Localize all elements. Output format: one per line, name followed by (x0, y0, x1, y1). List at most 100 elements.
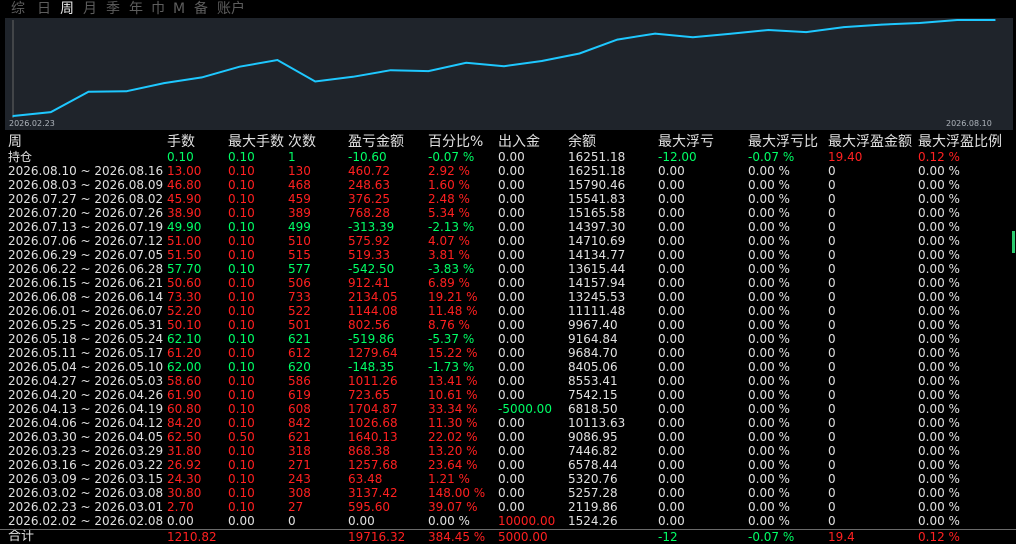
col-cashflow-cell: 0.00 (498, 416, 525, 430)
table-row[interactable]: 2026.03.16 ~ 2026.03.22 26.92 0.10 271 1257.… (0, 458, 1016, 472)
col-pnl-cell: 575.92 (348, 234, 390, 248)
table-row[interactable]: 2026.07.27 ~ 2026.08.02 45.90 0.10 459 376.2… (0, 192, 1016, 206)
col-cashflow-cell: 0.00 (498, 192, 525, 206)
table-row[interactable]: 2026.07.20 ~ 2026.07.26 38.90 0.10 389 768.2… (0, 206, 1016, 220)
table-row[interactable]: 2026.08.03 ~ 2026.08.09 46.80 0.10 468 248.6… (0, 178, 1016, 192)
table-row[interactable]: 2026.02.23 ~ 2026.03.01 2.70 0.10 27 595.60 3… (0, 500, 1016, 514)
col-pnl-cell: -148.35 (348, 360, 395, 374)
table-row[interactable]: 2026.04.13 ~ 2026.04.19 60.80 0.10 608 1704.… (0, 402, 1016, 416)
weekly-report-table: 周 手数 最大手数 次数 盈亏金额 百分比% 出入金 余额 最大浮亏 最大浮亏比 最大浮盈金额 最大浮… (0, 132, 1016, 544)
col-max-float-loss-cell: 0.00 (658, 458, 685, 472)
col-max-float-loss-cell: 0.00 (658, 248, 685, 262)
tab-notes[interactable]: 备 (190, 0, 212, 18)
total-divider (0, 529, 1016, 530)
tab-month[interactable]: 月 (80, 0, 100, 18)
table-row[interactable]: 2026.02.02 ~ 2026.02.08 0.00 0.00 0 0.00 0.00… (0, 514, 1016, 528)
col-lots-cell: 0.00 (167, 514, 194, 528)
table-row[interactable]: 2026.06.15 ~ 2026.06.21 50.60 0.10 506 912.4… (0, 276, 1016, 290)
table-row[interactable]: 2026.04.06 ~ 2026.04.12 84.20 0.10 842 1026.… (0, 416, 1016, 430)
table-row[interactable]: 2026.06.22 ~ 2026.06.28 57.70 0.10 577 -542.… (0, 262, 1016, 276)
col-max-float-loss-pct-cell: 0.00 % (748, 500, 790, 514)
col-max-float-loss-pct-header[interactable]: 最大浮亏比 (748, 132, 818, 152)
table-row[interactable]: 2026.03.30 ~ 2026.04.05 62.50 0.50 621 1640.… (0, 430, 1016, 444)
table-row[interactable]: 2026.05.04 ~ 2026.05.10 62.00 0.10 620 -148.… (0, 360, 1016, 374)
col-max-lots-cell: 0.10 (228, 262, 255, 276)
balance-point (163, 82, 165, 84)
col-balance-cell: 7446.82 (568, 444, 618, 458)
col-count-header[interactable]: 次数 (288, 132, 316, 152)
table-row[interactable]: 2026.04.20 ~ 2026.04.26 61.90 0.10 619 723.6… (0, 388, 1016, 402)
tab-summary[interactable]: 综 (6, 0, 30, 18)
table-row[interactable]: 2026.07.06 ~ 2026.07.12 51.00 0.10 510 575.9… (0, 234, 1016, 248)
col-percent-cell: 8.76 % (428, 318, 470, 332)
col-percent-cell: 23.64 % (428, 458, 478, 472)
col-count-cell: 318 (288, 444, 311, 458)
col-count-cell: 842 (288, 416, 311, 430)
col-max-float-loss-pct-cell: 0.00 % (748, 388, 790, 402)
col-week-cell: 2026.03.23 ~ 2026.03.29 (8, 444, 164, 458)
balance-point (427, 70, 430, 72)
col-pnl-header[interactable]: 盈亏金额 (348, 132, 404, 152)
col-lots-header[interactable]: 手数 (167, 132, 195, 152)
table-row[interactable]: 2026.03.23 ~ 2026.03.29 31.80 0.10 318 868.3… (0, 444, 1016, 458)
col-max-float-loss-header[interactable]: 最大浮亏 (658, 132, 714, 152)
table-row[interactable]: 2026.06.29 ~ 2026.07.05 51.50 0.10 515 519.3… (0, 248, 1016, 262)
col-max-float-loss-cell: 0.00 (658, 262, 685, 276)
table-row[interactable]: 2026.05.11 ~ 2026.05.17 61.20 0.10 612 1279.… (0, 346, 1016, 360)
table-row[interactable]: 2026.08.10 ~ 2026.08.16 13.00 0.10 130 460.7… (0, 164, 1016, 178)
col-pnl-cell: -10.60 (348, 150, 387, 164)
balance-point (729, 33, 732, 35)
tab-quarter[interactable]: 季 (102, 0, 124, 18)
table-row[interactable]: 2026.05.25 ~ 2026.05.31 50.10 0.10 501 802.5… (0, 318, 1016, 332)
tab-year[interactable]: 年 (126, 0, 146, 18)
col-week-header[interactable]: 周 (8, 132, 22, 152)
col-balance-cell: 14397.30 (568, 220, 626, 234)
table-row[interactable]: 2026.07.13 ~ 2026.07.19 49.90 0.10 499 -313.… (0, 220, 1016, 234)
table-row[interactable]: 2026.05.18 ~ 2026.05.24 62.10 0.10 621 -519.… (0, 332, 1016, 346)
col-week-cell: 2026.08.10 ~ 2026.08.16 (8, 164, 164, 178)
col-max-float-loss-cell: 0.00 (658, 500, 685, 514)
col-max-float-profit-pct-cell: 0.00 % (918, 458, 960, 472)
col-percent-cell: 2.92 % (428, 164, 470, 178)
col-count-cell: 608 (288, 402, 311, 416)
col-lots-cell: 46.80 (167, 178, 202, 192)
col-lots-cell: 50.60 (167, 276, 202, 290)
tab-week[interactable]: 周 (57, 0, 77, 18)
col-balance-cell: 5320.76 (568, 472, 618, 486)
total-row[interactable]: 合计 1210.82 19716.32 384.45 % 5000.00 -12 -0.07… (0, 530, 1016, 544)
balance-point (389, 69, 392, 71)
col-max-float-profit-cell: 0 (828, 248, 836, 262)
table-row[interactable]: 2026.06.08 ~ 2026.06.14 73.30 0.10 733 2134.… (0, 290, 1016, 304)
col-percent-cell: 0.00 % (428, 514, 470, 528)
table-row[interactable]: 2026.06.01 ~ 2026.06.07 52.20 0.10 522 1144.… (0, 304, 1016, 318)
col-count-cell: 510 (288, 234, 311, 248)
col-max-float-loss-pct-cell: 0.00 % (748, 360, 790, 374)
col-lots-cell: 31.80 (167, 444, 202, 458)
col-cashflow-cell: 0.00 (498, 164, 525, 178)
tab-day[interactable]: 日 (35, 0, 53, 18)
tab-m[interactable]: M (171, 0, 187, 18)
col-max-float-loss-cell: 0.00 (658, 416, 685, 430)
table-row[interactable]: 2026.03.02 ~ 2026.03.08 30.80 0.10 308 3137.… (0, 486, 1016, 500)
col-max-float-loss-cell: 0.00 (658, 374, 685, 388)
col-max-lots-header[interactable]: 最大手数 (228, 132, 284, 152)
col-balance-cell: 6578.44 (568, 458, 618, 472)
col-max-float-profit-header[interactable]: 最大浮盈金额 (828, 132, 912, 152)
table-row[interactable]: 2026.04.27 ~ 2026.05.03 58.60 0.10 586 1011.… (0, 374, 1016, 388)
col-lots-cell: 62.50 (167, 430, 202, 444)
tab-extra[interactable]: 巾 (148, 0, 168, 18)
col-cashflow-header[interactable]: 出入金 (498, 132, 540, 152)
col-lots-cell: 61.20 (167, 346, 202, 360)
open-position-row[interactable]: 持仓 0.10 0.10 1 -10.60 -0.07 % 0.00 16251.18 -12.… (0, 150, 1016, 164)
col-balance-cell: 10113.63 (568, 416, 626, 430)
tab-account[interactable]: 账户 (214, 0, 248, 18)
col-max-float-profit-pct-header[interactable]: 最大浮盈比例 (918, 132, 1002, 152)
col-lots-cell: 57.70 (167, 262, 202, 276)
table-row[interactable]: 2026.03.09 ~ 2026.03.15 24.30 0.10 243 63.48… (0, 472, 1016, 486)
col-week-cell: 2026.04.20 ~ 2026.04.26 (8, 388, 164, 402)
col-max-float-loss-cell: -12.00 (658, 150, 697, 164)
col-balance-header[interactable]: 余额 (568, 132, 596, 152)
col-percent-header[interactable]: 百分比% (428, 132, 483, 152)
col-max-float-profit-pct-cell: 0.00 % (918, 220, 960, 234)
col-max-lots-cell: 0.00 (228, 514, 255, 528)
